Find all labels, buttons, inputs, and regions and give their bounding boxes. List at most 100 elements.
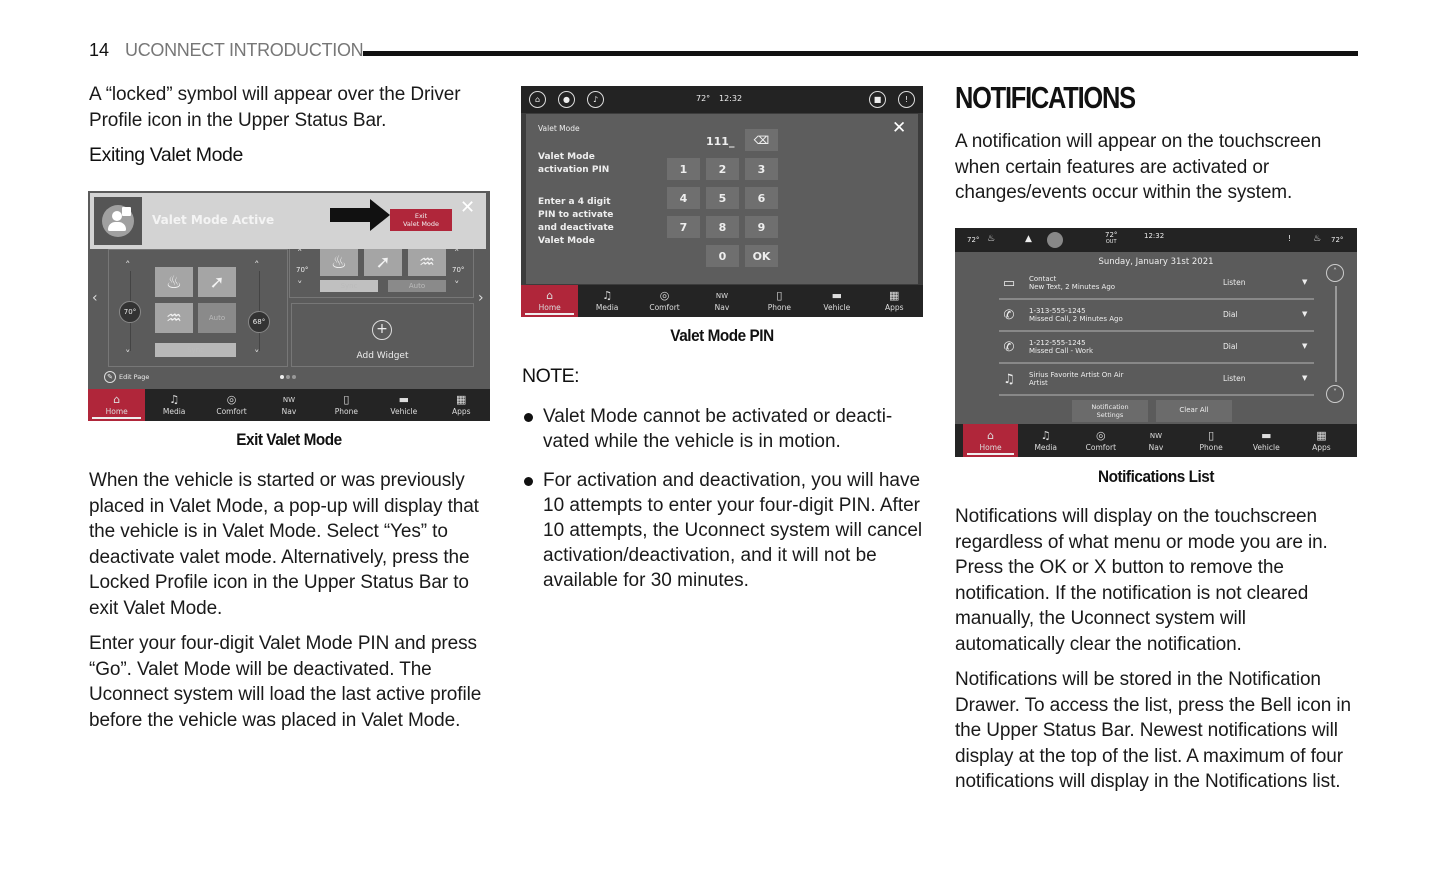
w2-auto-button[interactable]: Auto xyxy=(388,280,446,292)
nav-item-vehicle[interactable]: ▬ Vehicle xyxy=(375,389,432,421)
close-icon[interactable]: ✕ xyxy=(460,197,475,218)
figure-caption-valet-pin: Valet Mode PIN xyxy=(670,326,774,345)
scrollbar[interactable] xyxy=(1335,286,1337,382)
dropdown-arrow-icon[interactable]: ▼ xyxy=(1302,278,1307,286)
dropdown-arrow-icon[interactable]: ▼ xyxy=(1302,342,1307,350)
page-dot xyxy=(286,375,290,379)
profile-icon[interactable]: ● xyxy=(558,91,575,108)
microphone-icon[interactable]: ! xyxy=(898,91,915,108)
section-header: UCONNECT INTRODUCTION xyxy=(125,40,364,60)
nav-item-apps[interactable]: ▦ Apps xyxy=(1294,424,1349,457)
nav-item-vehicle[interactable]: ▬ Vehicle xyxy=(1239,424,1294,457)
profile-icon[interactable]: ▲ xyxy=(1025,234,1032,244)
w2-seat-heat[interactable]: ♨ xyxy=(320,248,358,276)
nav-item-phone[interactable]: ▯ Phone xyxy=(318,389,375,421)
w2-left-down-icon[interactable]: ˅ xyxy=(297,279,303,292)
nav-label: Phone xyxy=(767,303,792,312)
nav-item-comfort[interactable]: ◎ Comfort xyxy=(203,389,260,421)
key-2[interactable]: 2 xyxy=(706,158,739,180)
notification-item[interactable]: ✆ 1-212-555-1245 Missed Call - Work Dial ▼ xyxy=(999,334,1314,364)
exit-valet-mode-button[interactable]: Exit Valet Mode xyxy=(390,209,452,231)
seat-icon[interactable]: ♨ xyxy=(1313,234,1321,244)
scroll-up-button[interactable]: ˄ xyxy=(1326,264,1344,282)
apps-grid-icon: ▦ xyxy=(456,393,467,406)
close-icon[interactable]: ✕ xyxy=(892,118,906,138)
nav-item-media[interactable]: ♫ Media xyxy=(1018,424,1073,457)
home-icon[interactable]: ⌂ xyxy=(529,91,546,108)
notification-item[interactable]: ♫ Sirius Favorite Artist On Air Artist List… xyxy=(999,366,1314,396)
nav-item-apps[interactable]: ▦ Apps xyxy=(866,285,923,317)
notification-item[interactable]: ✆ 1-313-555-1245 Missed Call, 2 Minutes Ag… xyxy=(999,302,1314,332)
w2-defrost[interactable]: ♒ xyxy=(408,248,446,276)
defrost-button[interactable]: ♒ xyxy=(155,303,193,333)
left-temp-down-icon[interactable]: ˅ xyxy=(125,348,131,361)
w2-sync-button[interactable]: Sync xyxy=(320,280,378,292)
right-temp-dial[interactable]: 68° xyxy=(248,311,270,333)
seat-heat-button[interactable]: ♨ xyxy=(155,267,193,297)
dropdown-arrow-icon[interactable]: ▼ xyxy=(1302,374,1307,382)
notifications-screenshot: 72° ♨ ▲ 72° OUT 12:32 ! ♨ 72° Sunday, Ja… xyxy=(955,228,1357,457)
upper-status-bar: ⌂ ● ♪ 72° 12:32 ■ ! xyxy=(521,86,923,113)
nav-label: Nav xyxy=(1148,442,1164,452)
defrost-seat-icon: ♒ xyxy=(418,251,436,273)
add-widget-button[interactable]: + Add Widget xyxy=(291,303,474,367)
backspace-icon: ⌫ xyxy=(753,133,770,147)
nav-item-nav[interactable]: NW Nav xyxy=(260,389,317,421)
notification-action-button[interactable]: Listen xyxy=(1223,278,1245,287)
nav-item-media[interactable]: ♫ Media xyxy=(578,285,635,317)
microphone-icon[interactable]: ! xyxy=(1288,234,1291,243)
auto-button[interactable]: Auto xyxy=(198,303,236,333)
sync-button[interactable]: Sync xyxy=(155,343,236,357)
nav-item-nav[interactable]: NW Nav xyxy=(1128,424,1183,457)
camera-icon[interactable]: ■ xyxy=(869,91,886,108)
key-3[interactable]: 3 xyxy=(745,158,778,180)
chevron-right-icon[interactable]: › xyxy=(478,290,484,306)
right-temp-down-icon[interactable]: ˅ xyxy=(254,348,260,361)
w2-right-down-icon[interactable]: ˅ xyxy=(454,279,460,292)
valet-active-label: Valet Mode Active xyxy=(152,213,275,227)
notification-action-button[interactable]: Dial xyxy=(1223,310,1238,319)
nav-item-home[interactable]: ⌂ Home xyxy=(521,285,579,317)
nav-item-comfort[interactable]: ◎ Comfort xyxy=(636,285,693,317)
key-4[interactable]: 4 xyxy=(667,187,700,209)
scroll-down-button[interactable]: ˅ xyxy=(1326,385,1344,403)
seat-vent-button[interactable]: ➚ xyxy=(198,267,236,297)
nav-item-comfort[interactable]: ◎ Comfort xyxy=(1073,424,1128,457)
nav-item-home[interactable]: ⌂ Home xyxy=(88,389,146,421)
backspace-button[interactable]: ⌫ xyxy=(745,129,778,151)
notification-detail: Missed Call, 2 Minutes Ago xyxy=(1029,315,1123,323)
heated-seat-icon[interactable]: ♨ xyxy=(987,234,995,244)
nav-item-phone[interactable]: ▯ Phone xyxy=(751,285,808,317)
clear-all-button[interactable]: Clear All xyxy=(1156,400,1232,422)
notification-action-button[interactable]: Dial xyxy=(1223,342,1238,351)
vehicle-icon: ▬ xyxy=(1261,428,1272,442)
dropdown-arrow-icon[interactable]: ▼ xyxy=(1302,310,1307,318)
left-temp-dial[interactable]: 70° xyxy=(119,301,141,323)
nav-item-media[interactable]: ♫ Media xyxy=(145,389,202,421)
notification-item[interactable]: ▭ Contact New Text, 2 Minutes Ago Listen ▼ xyxy=(999,270,1314,300)
key-ok[interactable]: OK xyxy=(745,245,778,267)
nav-item-home[interactable]: ⌂ Home xyxy=(963,424,1019,457)
pin-entry-field[interactable]: 111_ xyxy=(706,135,734,148)
key-7[interactable]: 7 xyxy=(667,216,700,238)
nav-item-phone[interactable]: ▯ Phone xyxy=(1184,424,1239,457)
nav-label: Nav xyxy=(714,303,730,312)
chevron-left-icon[interactable]: ‹ xyxy=(92,290,98,306)
w2-seat-vent[interactable]: ➚ xyxy=(364,248,402,276)
bell-icon-active[interactable] xyxy=(1047,232,1063,248)
nav-item-apps[interactable]: ▦ Apps xyxy=(433,389,490,421)
nav-label: Nav xyxy=(281,407,297,416)
key-1[interactable]: 1 xyxy=(667,158,700,180)
bell-icon[interactable]: ♪ xyxy=(587,91,604,108)
key-5[interactable]: 5 xyxy=(706,187,739,209)
edit-page-button[interactable]: Edit Page xyxy=(119,373,149,381)
key-9[interactable]: 9 xyxy=(745,216,778,238)
notification-action-button[interactable]: Listen xyxy=(1223,374,1245,383)
key-0[interactable]: 0 xyxy=(706,245,739,267)
nav-item-nav[interactable]: NW Nav xyxy=(693,285,750,317)
key-6[interactable]: 6 xyxy=(745,187,778,209)
key-8[interactable]: 8 xyxy=(706,216,739,238)
locked-profile-box[interactable] xyxy=(94,197,142,245)
nav-item-vehicle[interactable]: ▬ Vehicle xyxy=(808,285,865,317)
notification-settings-button[interactable]: Notification Settings xyxy=(1072,400,1148,422)
